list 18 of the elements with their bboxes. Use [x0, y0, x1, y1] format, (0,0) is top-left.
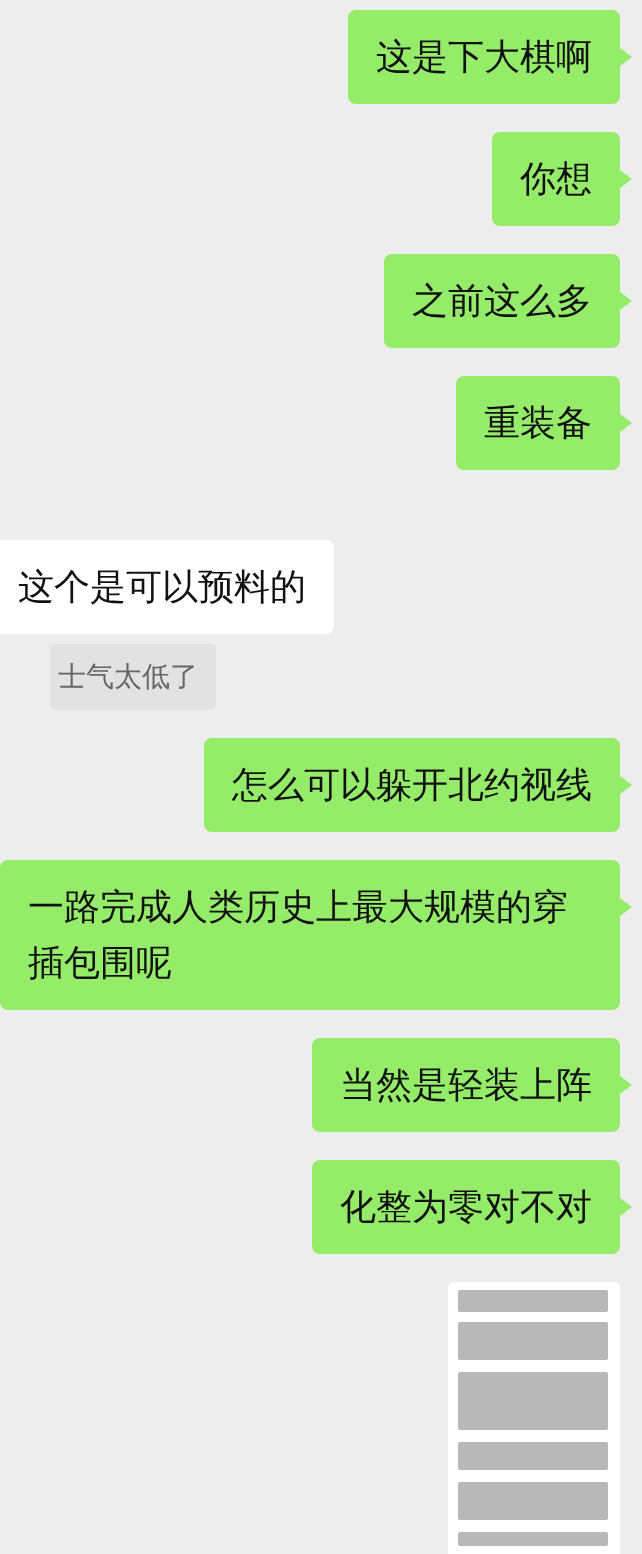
bubble-tail: [620, 1198, 632, 1216]
message-bubble: 怎么可以躲开北约视线: [204, 738, 620, 832]
quoted-message: 士气太低了: [50, 644, 216, 710]
bubble-tail: [620, 414, 632, 432]
bubble-tail: [620, 1076, 632, 1094]
bubble-tail: [620, 292, 632, 310]
message-bubble: 一路完成人类历史上最大规模的穿插包围呢: [0, 860, 620, 1010]
bubble-tail: [620, 776, 632, 794]
bubble-tail: [620, 898, 632, 916]
message-bubble: 化整为零对不对: [312, 1160, 620, 1254]
bubble-tail: [620, 170, 632, 188]
message-bubble: 重装备: [456, 376, 620, 470]
message-bubble: 这是下大棋啊: [348, 10, 620, 104]
bubble-tail: [620, 48, 632, 66]
message-bubble: 之前这么多: [384, 254, 620, 348]
message-bubble: 你想: [492, 132, 620, 226]
message-bubble: 这个是可以预料的: [0, 540, 334, 634]
message-bubble: 当然是轻装上阵: [312, 1038, 620, 1132]
